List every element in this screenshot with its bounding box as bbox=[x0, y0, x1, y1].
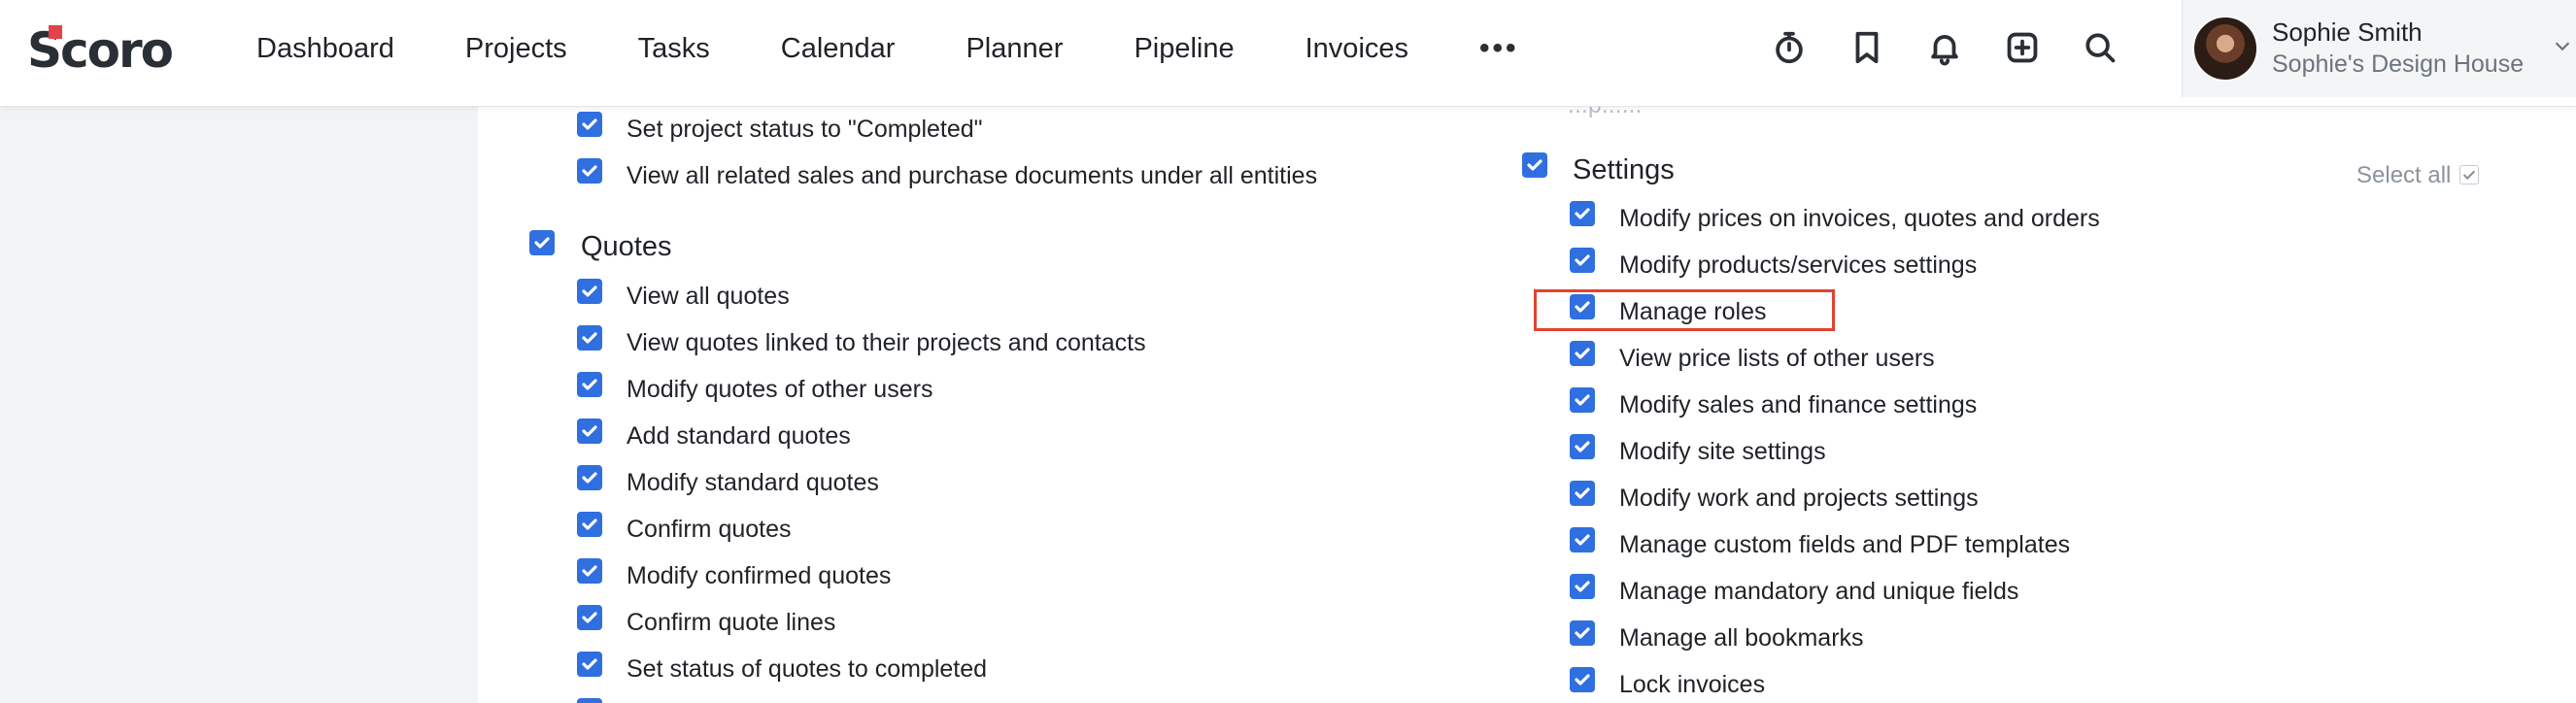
checkbox-modify-products-settings[interactable] bbox=[1570, 248, 1595, 273]
permission-label: Modify work and projects settings bbox=[1619, 485, 1979, 512]
permission-label: Confirm quote lines bbox=[627, 609, 836, 636]
nav-more-icon[interactable]: ••• bbox=[1479, 32, 1519, 65]
checkbox-modify-quotes-others[interactable] bbox=[577, 372, 602, 397]
checkbox-view-price-lists[interactable] bbox=[1570, 341, 1595, 366]
checkbox-lock-invoices[interactable] bbox=[1570, 667, 1595, 692]
checkbox-set-project-completed[interactable] bbox=[577, 112, 602, 137]
permission-label: Modify confirmed quotes bbox=[627, 562, 892, 589]
permission-label: Set project status to "Completed" bbox=[627, 116, 983, 143]
section-title-settings: Settings bbox=[1573, 154, 1675, 185]
permission-label: Manage mandatory and unique fields bbox=[1619, 578, 2019, 605]
permissions-panel: Set project status to "Completed" View a… bbox=[478, 107, 2576, 703]
permission-label: View all related sales and purchase docu… bbox=[627, 162, 1318, 189]
permission-label: View price lists of other users bbox=[1619, 345, 1935, 372]
permission-label: Modify products/services settings bbox=[1619, 251, 1978, 279]
select-all-checkbox[interactable] bbox=[2459, 165, 2479, 184]
checkbox-view-all-quotes[interactable] bbox=[577, 279, 602, 304]
cut-off-text: ...p...... bbox=[1568, 107, 1642, 119]
permission-label: Set status of quotes to completed bbox=[627, 655, 988, 683]
checkbox-confirm-quote-lines[interactable] bbox=[577, 605, 602, 630]
permission-label: Add standard quotes bbox=[627, 422, 851, 450]
scoro-logo[interactable]: Scoro bbox=[27, 23, 187, 78]
logo-accent-mark bbox=[49, 25, 62, 39]
nav-projects[interactable]: Projects bbox=[465, 33, 567, 65]
checkbox-next-item-cut-off[interactable] bbox=[577, 698, 602, 703]
section-title-quotes: Quotes bbox=[581, 231, 672, 262]
bookmark-icon[interactable] bbox=[1846, 26, 1888, 69]
nav-pipeline[interactable]: Pipeline bbox=[1134, 33, 1234, 65]
permission-label: Modify standard quotes bbox=[627, 469, 879, 496]
timer-icon[interactable] bbox=[1768, 26, 1811, 69]
permission-label: View quotes linked to their projects and… bbox=[627, 329, 1146, 356]
checkbox-manage-custom-fields[interactable] bbox=[1570, 527, 1595, 552]
select-all-link[interactable]: Select all bbox=[2356, 162, 2451, 189]
permission-label-manage-roles: Manage roles bbox=[1619, 298, 1767, 325]
left-sidebar-area bbox=[0, 107, 478, 703]
permission-label: Modify quotes of other users bbox=[627, 376, 933, 403]
nav-calendar[interactable]: Calendar bbox=[781, 33, 896, 65]
main-nav: Dashboard Projects Tasks Calendar Planne… bbox=[256, 0, 1519, 97]
checkbox-set-quotes-completed[interactable] bbox=[577, 652, 602, 677]
toolbar-icons bbox=[1768, 26, 2156, 69]
checkbox-modify-sales-finance[interactable] bbox=[1570, 387, 1595, 413]
chevron-down-icon bbox=[2552, 35, 2573, 56]
permission-label: Modify sales and finance settings bbox=[1619, 391, 1978, 418]
checkbox-manage-roles[interactable] bbox=[1570, 294, 1595, 319]
checkbox-quotes-section[interactable] bbox=[529, 230, 555, 255]
add-icon[interactable] bbox=[2001, 26, 2044, 69]
permission-label: Confirm quotes bbox=[627, 516, 792, 543]
checkbox-manage-mandatory-fields[interactable] bbox=[1570, 574, 1595, 599]
user-menu[interactable]: Sophie Smith Sophie's Design House bbox=[2182, 0, 2576, 97]
checkbox-modify-prices[interactable] bbox=[1570, 201, 1595, 226]
nav-planner[interactable]: Planner bbox=[966, 33, 1063, 65]
checkbox-modify-work-projects[interactable] bbox=[1570, 481, 1595, 506]
top-navigation-bar: Scoro Dashboard Projects Tasks Calendar … bbox=[0, 0, 2576, 107]
permission-label: Manage custom fields and PDF templates bbox=[1619, 531, 2071, 558]
permission-label: Lock invoices bbox=[1619, 671, 1766, 698]
search-icon[interactable] bbox=[2079, 26, 2121, 69]
permission-label: Modify prices on invoices, quotes and or… bbox=[1619, 205, 2100, 232]
nav-tasks[interactable]: Tasks bbox=[638, 33, 710, 65]
nav-dashboard[interactable]: Dashboard bbox=[256, 33, 394, 65]
avatar bbox=[2192, 16, 2258, 82]
checkbox-view-linked-quotes[interactable] bbox=[577, 325, 602, 351]
permission-label: View all quotes bbox=[627, 283, 790, 310]
checkbox-modify-site-settings[interactable] bbox=[1570, 434, 1595, 459]
checkbox-view-related-documents[interactable] bbox=[577, 158, 602, 184]
checkbox-manage-bookmarks[interactable] bbox=[1570, 620, 1595, 646]
bell-icon[interactable] bbox=[1923, 26, 1966, 69]
user-organization: Sophie's Design House bbox=[2272, 50, 2525, 78]
checkbox-confirm-quotes[interactable] bbox=[577, 512, 602, 537]
checkbox-add-standard-quotes[interactable] bbox=[577, 418, 602, 444]
user-name: Sophie Smith bbox=[2272, 17, 2423, 47]
checkbox-modify-confirmed-quotes[interactable] bbox=[577, 558, 602, 584]
checkbox-settings-section[interactable] bbox=[1522, 152, 1547, 178]
permission-label: Manage all bookmarks bbox=[1619, 624, 1864, 652]
permission-label: Modify site settings bbox=[1619, 438, 1826, 465]
nav-invoices[interactable]: Invoices bbox=[1305, 33, 1408, 65]
checkbox-modify-standard-quotes[interactable] bbox=[577, 465, 602, 490]
